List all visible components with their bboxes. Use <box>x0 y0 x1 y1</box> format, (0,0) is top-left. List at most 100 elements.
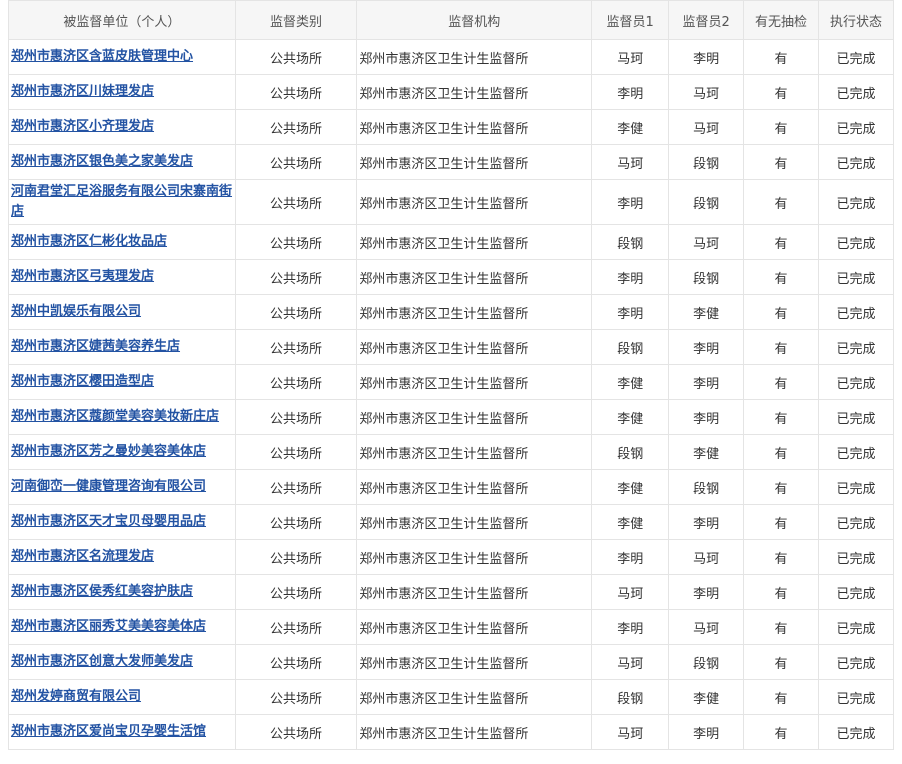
unit-link[interactable]: 郑州市惠济区弓夷理发店 <box>11 269 154 284</box>
unit-link[interactable]: 郑州市惠济区樱田造型店 <box>11 374 154 389</box>
sampling-cell: 有 <box>743 364 820 400</box>
unit-link[interactable]: 郑州市惠济区小齐理发店 <box>11 119 154 134</box>
status-cell: 已完成 <box>818 224 894 260</box>
agency-cell: 郑州市惠济区卫生计生监督所 <box>356 329 593 365</box>
table-row: 郑州中凯娱乐有限公司 公共场所 郑州市惠济区卫生计生监督所 李明 李健有已完成 <box>8 294 894 330</box>
status-cell: 已完成 <box>818 714 894 750</box>
unit-link[interactable]: 郑州市惠济区芳之曼妙美容美体店 <box>11 444 206 459</box>
agency-cell: 郑州市惠济区卫生计生监督所 <box>356 539 593 575</box>
table-row: 郑州市惠济区创意大发师美发店 公共场所 郑州市惠济区卫生计生监督所 马珂 段钢有已完成 <box>8 644 894 680</box>
unit-link[interactable]: 郑州市惠济区丽秀艾美美容美体店 <box>11 619 206 634</box>
unit-link[interactable]: 郑州市惠济区含蓝皮肤管理中心 <box>11 49 193 64</box>
unit-link[interactable]: 郑州市惠济区创意大发师美发店 <box>11 654 193 669</box>
category-cell: 公共场所 <box>234 144 358 180</box>
inspector1-cell: 李明 <box>591 179 670 225</box>
unit-link[interactable]: 郑州市惠济区名流理发店 <box>11 549 154 564</box>
agency-cell: 郑州市惠济区卫生计生监督所 <box>356 224 593 260</box>
unit-name-cell: 郑州市惠济区川妹理发店 <box>8 74 236 110</box>
unit-name-cell: 郑州发婷商贸有限公司 <box>8 679 236 715</box>
table-row: 郑州市惠济区婕茜美容养生店 公共场所 郑州市惠济区卫生计生监督所 段钢 李明有已完成 <box>8 329 894 365</box>
category-cell: 公共场所 <box>234 574 358 610</box>
table-row: 郑州市惠济区芳之曼妙美容美体店 公共场所 郑州市惠济区卫生计生监督所 段钢 李健有已完成 <box>8 434 894 470</box>
unit-link[interactable]: 郑州市惠济区银色美之家美发店 <box>11 154 193 169</box>
sampling-cell: 有 <box>743 574 820 610</box>
status-cell: 已完成 <box>818 364 894 400</box>
unit-link[interactable]: 郑州市惠济区婕茜美容养生店 <box>11 339 180 354</box>
table-row: 郑州市惠济区天才宝贝母婴用品店 公共场所 郑州市惠济区卫生计生监督所 李健 李明有已完成 <box>8 504 894 540</box>
agency-cell: 郑州市惠济区卫生计生监督所 <box>356 144 593 180</box>
inspector2-cell: 马珂 <box>668 224 745 260</box>
unit-name-cell: 郑州市惠济区创意大发师美发店 <box>8 644 236 680</box>
unit-link[interactable]: 郑州市惠济区侯秀红美容护肤店 <box>11 584 193 599</box>
unit-name-cell: 郑州市惠济区丽秀艾美美容美体店 <box>8 609 236 645</box>
inspector1-cell: 段钢 <box>591 224 670 260</box>
category-cell: 公共场所 <box>234 224 358 260</box>
inspector2-cell: 李明 <box>668 504 745 540</box>
table-row: 郑州市惠济区侯秀红美容护肤店 公共场所 郑州市惠济区卫生计生监督所 马珂 李明有已完成 <box>8 574 894 610</box>
agency-cell: 郑州市惠济区卫生计生监督所 <box>356 714 593 750</box>
category-cell: 公共场所 <box>234 39 358 75</box>
inspector1-cell: 李明 <box>591 294 670 330</box>
category-cell: 公共场所 <box>234 504 358 540</box>
agency-cell: 郑州市惠济区卫生计生监督所 <box>356 364 593 400</box>
category-cell: 公共场所 <box>234 714 358 750</box>
inspector2-cell: 李健 <box>668 679 745 715</box>
unit-name-cell: 河南君堂汇足浴服务有限公司宋寨南街店 <box>8 179 236 225</box>
sampling-cell: 有 <box>743 109 820 145</box>
status-cell: 已完成 <box>818 329 894 365</box>
agency-cell: 郑州市惠济区卫生计生监督所 <box>356 179 593 225</box>
status-cell: 已完成 <box>818 179 894 225</box>
status-cell: 已完成 <box>818 39 894 75</box>
category-cell: 公共场所 <box>234 74 358 110</box>
status-cell: 已完成 <box>818 679 894 715</box>
status-cell: 已完成 <box>818 74 894 110</box>
status-cell: 已完成 <box>818 109 894 145</box>
status-cell: 已完成 <box>818 644 894 680</box>
table-row: 郑州市惠济区爱尚宝贝孕婴生活馆 公共场所 郑州市惠济区卫生计生监督所 马珂 李明有已完成 <box>8 714 894 750</box>
sampling-cell: 有 <box>743 644 820 680</box>
unit-name-cell: 郑州市惠济区弓夷理发店 <box>8 259 236 295</box>
inspector2-cell: 段钢 <box>668 469 745 505</box>
inspector1-cell: 李健 <box>591 469 670 505</box>
sampling-cell: 有 <box>743 179 820 225</box>
agency-cell: 郑州市惠济区卫生计生监督所 <box>356 39 593 75</box>
status-cell: 已完成 <box>818 294 894 330</box>
category-cell: 公共场所 <box>234 679 358 715</box>
inspector1-cell: 李健 <box>591 364 670 400</box>
unit-link[interactable]: 郑州发婷商贸有限公司 <box>11 689 141 704</box>
inspector2-cell: 李明 <box>668 399 745 435</box>
sampling-cell: 有 <box>743 714 820 750</box>
unit-link[interactable]: 郑州市惠济区川妹理发店 <box>11 84 154 99</box>
header-sampling: 有无抽检 <box>743 0 820 40</box>
table-row: 郑州市惠济区蔻颜堂美容美妆新庄店 公共场所 郑州市惠济区卫生计生监督所 李健 李明有已完… <box>8 399 894 435</box>
sampling-cell: 有 <box>743 609 820 645</box>
unit-link[interactable]: 河南御峦一健康管理咨询有限公司 <box>11 479 206 494</box>
status-cell: 已完成 <box>818 539 894 575</box>
category-cell: 公共场所 <box>234 644 358 680</box>
inspector2-cell: 段钢 <box>668 144 745 180</box>
unit-link[interactable]: 郑州中凯娱乐有限公司 <box>11 304 141 319</box>
header-category: 监督类别 <box>234 0 358 40</box>
inspector1-cell: 马珂 <box>591 714 670 750</box>
inspector1-cell: 李明 <box>591 74 670 110</box>
unit-link[interactable]: 郑州市惠济区蔻颜堂美容美妆新庄店 <box>11 409 219 424</box>
table-row: 郑州市惠济区弓夷理发店 公共场所 郑州市惠济区卫生计生监督所 李明 段钢有已完成 <box>8 259 894 295</box>
category-cell: 公共场所 <box>234 364 358 400</box>
sampling-cell: 有 <box>743 679 820 715</box>
category-cell: 公共场所 <box>234 259 358 295</box>
sampling-cell: 有 <box>743 74 820 110</box>
unit-link[interactable]: 郑州市惠济区天才宝贝母婴用品店 <box>11 514 206 529</box>
table-row: 郑州市惠济区银色美之家美发店 公共场所 郑州市惠济区卫生计生监督所 马珂 段钢有已完成 <box>8 144 894 180</box>
inspector1-cell: 马珂 <box>591 39 670 75</box>
unit-name-cell: 郑州市惠济区樱田造型店 <box>8 364 236 400</box>
status-cell: 已完成 <box>818 434 894 470</box>
category-cell: 公共场所 <box>234 294 358 330</box>
inspector2-cell: 李明 <box>668 714 745 750</box>
status-cell: 已完成 <box>818 609 894 645</box>
agency-cell: 郑州市惠济区卫生计生监督所 <box>356 109 593 145</box>
unit-link[interactable]: 郑州市惠济区仁彬化妆品店 <box>11 234 167 249</box>
inspector1-cell: 李健 <box>591 399 670 435</box>
category-cell: 公共场所 <box>234 609 358 645</box>
unit-link[interactable]: 河南君堂汇足浴服务有限公司宋寨南街店 <box>11 184 232 219</box>
unit-link[interactable]: 郑州市惠济区爱尚宝贝孕婴生活馆 <box>11 724 206 739</box>
